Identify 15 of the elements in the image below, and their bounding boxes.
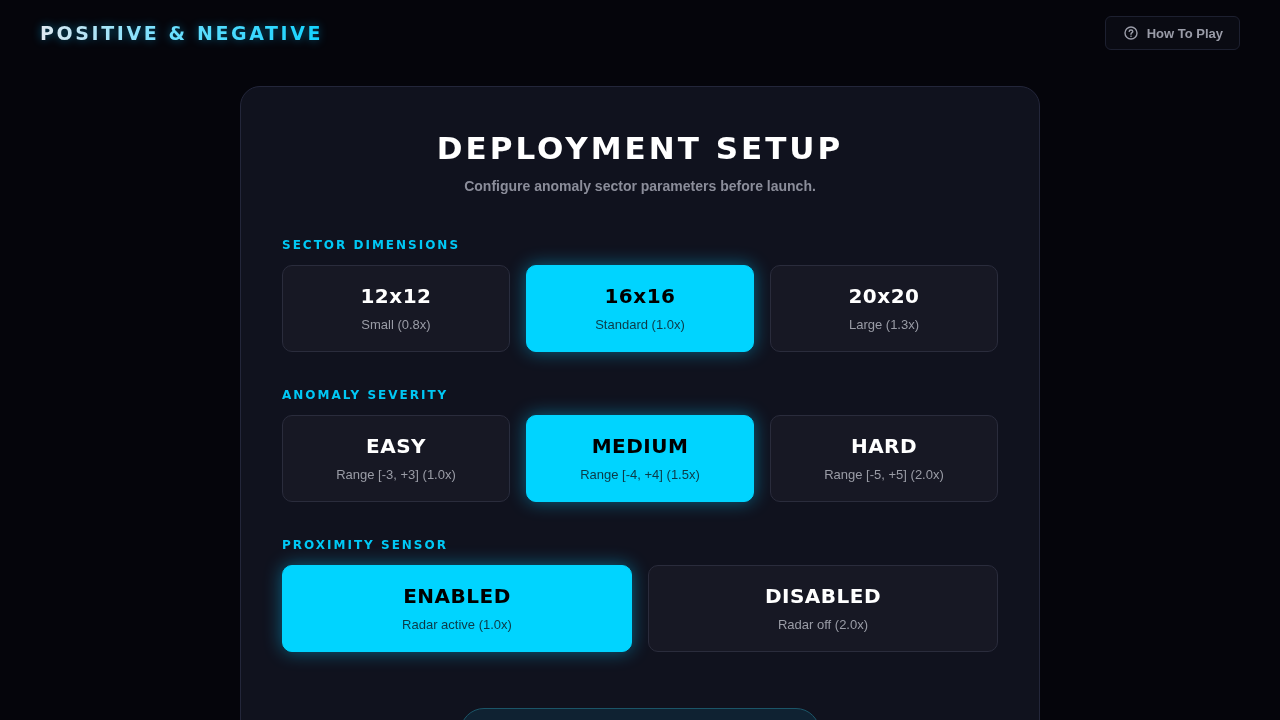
- option-button[interactable]: 12x12 Small (0.8x): [282, 265, 510, 352]
- option-button[interactable]: EASY Range [-3, +3] (1.0x): [282, 415, 510, 502]
- section-label: SECTOR DIMENSIONS: [282, 237, 461, 253]
- option-button[interactable]: DISABLED Radar off (2.0x): [648, 565, 998, 652]
- section-label: PROXIMITY SENSOR: [282, 537, 448, 553]
- option-button[interactable]: HARD Range [-5, +5] (2.0x): [770, 415, 998, 502]
- setup-subtitle: Configure anomaly sector parameters before launch.: [464, 177, 816, 196]
- how-to-play-button[interactable]: How To Play: [1104, 16, 1240, 50]
- option-button[interactable]: ENABLED Radar active (1.0x): [282, 565, 632, 652]
- setup-heading: DEPLOYMENT SETUP: [436, 129, 844, 167]
- option-button[interactable]: 20x20 Large (1.3x): [770, 265, 998, 352]
- help-icon: [1123, 26, 1138, 40]
- option-button[interactable]: 16x16 Standard (1.0x): [526, 265, 754, 352]
- section-label: ANOMALY SEVERITY: [282, 387, 449, 403]
- option-button[interactable]: MEDIUM Range [-4, +4] (1.5x): [526, 415, 754, 502]
